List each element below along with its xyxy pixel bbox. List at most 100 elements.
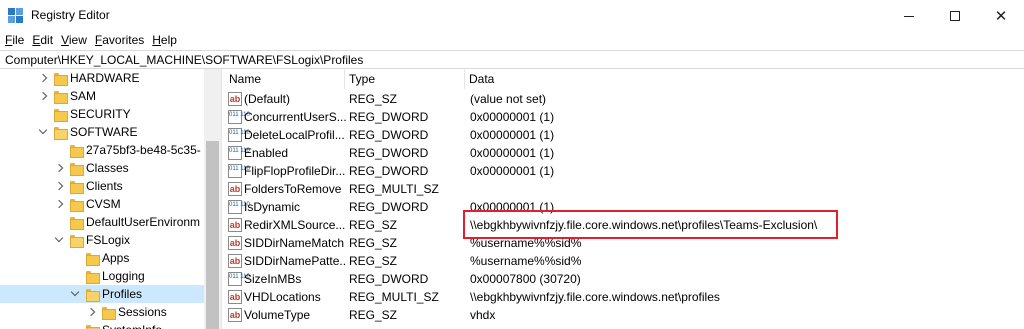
registry-tree[interactable]: HARDWARE SAM SECURITY SOFTWARE 27a75bf3-be48… (0, 69, 222, 329)
tree-item-sam[interactable]: SAM (0, 87, 204, 105)
value-name: SIDDirNamePatte... (244, 254, 347, 268)
folder-icon (70, 144, 84, 158)
value-data: 0x00000001 (1) (470, 128, 555, 142)
value-data: 0x00000001 (1) (470, 164, 555, 178)
folder-icon (70, 216, 84, 230)
value-row[interactable]: 011 110 FlipFlopProfileDir... REG_DWORD 0x0… (225, 162, 1024, 180)
folder-icon (86, 324, 100, 329)
value-row[interactable]: ab FoldersToRemove REG_MULTI_SZ (225, 180, 1024, 198)
focused-value-name: RedirXMLSource... (244, 218, 347, 232)
value-type: REG_DWORD (349, 146, 429, 160)
values-list[interactable]: Name Type Data ab (Default) REG_SZ (value n… (225, 69, 1024, 329)
menu-edit[interactable]: Edit (27, 31, 56, 50)
value-data: 0x00000001 (1) (470, 146, 555, 160)
tree-item-sessions[interactable]: Sessions (0, 303, 204, 321)
tree-item-label: FSLogix (86, 233, 131, 247)
menu-favorites[interactable]: Favorites (90, 31, 147, 50)
string-value-icon: ab (228, 92, 242, 106)
value-row[interactable]: 011 110 SizeInMBs REG_DWORD 0x00007800 (307… (225, 270, 1024, 288)
column-header-name[interactable]: Name (225, 69, 345, 89)
tree-item-security[interactable]: SECURITY (0, 105, 204, 123)
chevron-down-icon[interactable] (38, 125, 48, 135)
folder-icon (86, 270, 100, 284)
value-name: RedirXMLSource... (244, 218, 347, 232)
tree-item-fslogix[interactable]: FSLogix (0, 231, 204, 249)
value-row[interactable]: 011 110 ConcurrentUserS... REG_DWORD 0x0000… (225, 108, 1024, 126)
folder-icon (70, 234, 84, 248)
tree-item-label: 27a75bf3-be48-5c35- (86, 143, 201, 157)
window-title: Registry Editor (31, 8, 110, 22)
value-name: VHDLocations (244, 290, 321, 304)
folder-icon (70, 162, 84, 176)
chevron-right-icon[interactable] (54, 199, 64, 209)
tree-item-label: CVSM (86, 197, 121, 211)
maximize-icon (950, 11, 960, 21)
value-type: REG_DWORD (349, 200, 429, 214)
string-value-icon: ab (228, 290, 242, 304)
value-type: REG_SZ (349, 92, 398, 106)
tree-item-label: SECURITY (70, 107, 131, 121)
value-row[interactable]: ab VolumeType REG_SZ vhdx (225, 306, 1024, 324)
string-value-icon: ab (228, 308, 242, 322)
chevron-right-icon[interactable] (54, 181, 64, 191)
value-name: SizeInMBs (244, 272, 302, 286)
menu-view[interactable]: View (56, 31, 90, 50)
binary-value-icon: 011 110 (228, 272, 250, 286)
value-row[interactable]: 011 110 DeleteLocalProfil... REG_DWORD 0x00… (225, 126, 1024, 144)
menu-file[interactable]: File (0, 31, 27, 50)
chevron-right-icon[interactable] (54, 163, 64, 173)
folder-icon (54, 72, 68, 86)
tree-item-label: Classes (86, 161, 129, 175)
value-name: VolumeType (244, 308, 311, 322)
tree-item-systeminfo[interactable]: SystemInfo (0, 321, 204, 329)
maximize-button[interactable] (932, 0, 978, 32)
minimize-button[interactable] (886, 0, 932, 32)
chevron-right-icon[interactable] (38, 73, 48, 83)
tree-item-label: SystemInfo (102, 323, 162, 329)
value-data: 0x00007800 (30720) (470, 272, 581, 286)
folder-icon (54, 90, 68, 104)
tree-item-hardware[interactable]: HARDWARE (0, 69, 204, 87)
value-data: \\ebgkhbywivnfzjy.file.core.windows.net\… (470, 290, 720, 304)
tree-item-software[interactable]: SOFTWARE (0, 123, 204, 141)
folder-icon (86, 288, 100, 302)
binary-value-icon: 011 110 (228, 164, 250, 178)
tree-item-label: HARDWARE (70, 71, 140, 85)
value-type: REG_DWORD (349, 164, 429, 178)
column-header-data[interactable]: Data (465, 69, 1024, 89)
tree-item-cvsm[interactable]: CVSM (0, 195, 204, 213)
column-header-type[interactable]: Type (345, 69, 465, 89)
value-type: REG_SZ (349, 236, 398, 250)
value-row[interactable]: ab SIDDirNamePatte... REG_SZ %username%%sid… (225, 252, 1024, 270)
value-type: REG_SZ (349, 218, 398, 232)
address-bar[interactable]: Computer\HKEY_LOCAL_MACHINE\SOFTWARE\FSL… (0, 50, 1024, 69)
tree-scrollbar-thumb[interactable] (206, 141, 219, 329)
tree-item-27a75bf3-be48-5c35-[interactable]: 27a75bf3-be48-5c35- (0, 141, 204, 159)
menu-help[interactable]: Help (147, 31, 180, 50)
value-name: FoldersToRemove (244, 182, 342, 196)
tree-item-clients[interactable]: Clients (0, 177, 204, 195)
chevron-down-icon[interactable] (70, 287, 80, 297)
value-row[interactable]: ab (Default) REG_SZ (value not set) (225, 90, 1024, 108)
tree-item-label: Logging (102, 269, 145, 283)
tree-item-logging[interactable]: Logging (0, 267, 204, 285)
tree-item-label: SAM (70, 89, 97, 103)
tree-item-classes[interactable]: Classes (0, 159, 204, 177)
chevron-down-icon[interactable] (54, 233, 64, 243)
value-name: FlipFlopProfileDir... (244, 164, 346, 178)
tree-item-label: Clients (86, 179, 123, 193)
tree-item-label: Profiles (102, 287, 143, 301)
minimize-icon (904, 15, 914, 17)
value-row[interactable]: 011 110 Enabled REG_DWORD 0x00000001 (1) (225, 144, 1024, 162)
chevron-right-icon[interactable] (38, 91, 48, 101)
value-row[interactable]: ab VHDLocations REG_MULTI_SZ \\ebgkhbywivnf… (225, 288, 1024, 306)
chevron-right-icon[interactable] (86, 307, 96, 317)
value-data: 0x00000001 (1) (470, 110, 555, 124)
tree-item-label: SOFTWARE (70, 125, 138, 139)
tree-item-apps[interactable]: Apps (0, 249, 204, 267)
tree-item-defaultuserenvironm[interactable]: DefaultUserEnvironm (0, 213, 204, 231)
close-button[interactable]: ✕ (978, 0, 1024, 32)
tree-item-profiles[interactable]: Profiles (0, 285, 204, 303)
title-bar: Registry Editor ✕ (0, 0, 1024, 32)
tree-scrollbar[interactable] (204, 69, 221, 329)
